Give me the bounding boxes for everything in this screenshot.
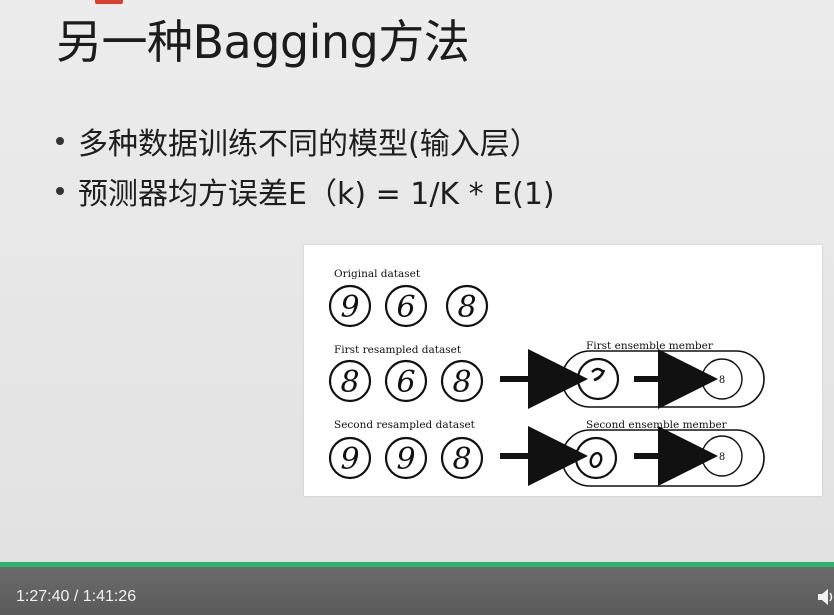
corner-accent-mark [95, 0, 123, 4]
svg-text:8: 8 [452, 442, 471, 477]
svg-text:6: 6 [396, 365, 415, 400]
volume-icon[interactable] [818, 587, 834, 607]
first-resampled-digit-3: 8 [440, 359, 484, 403]
bullet-dot [56, 137, 64, 145]
svg-text:8: 8 [719, 452, 725, 463]
bullet-dot [56, 187, 64, 195]
original-digit-2: 6 [384, 284, 428, 328]
first-member-output: 8 [701, 358, 743, 400]
time-readout: 1:27:40 / 1:41:26 [16, 588, 137, 605]
original-digit-1: 9 [328, 284, 372, 328]
second-member-output: 8 [701, 435, 743, 477]
original-dataset-label: Original dataset [334, 268, 421, 280]
original-digit-3: 8 [445, 284, 489, 328]
svg-text:9: 9 [396, 442, 415, 477]
svg-text:8: 8 [452, 365, 471, 400]
bullet-item: 预测器均方误差E（k) = 1/K * E(1) [52, 166, 555, 216]
bullet-text: 预测器均方误差E（k) = 1/K * E(1) [78, 177, 555, 212]
first-member-input [576, 357, 620, 401]
svg-text:9: 9 [340, 442, 359, 477]
second-member-input [574, 436, 618, 480]
slide-title: 另一种Bagging方法 [56, 15, 470, 69]
svg-text:8: 8 [340, 365, 359, 400]
bullet-list: 多种数据训练不同的模型(输入层） 预测器均方误差E（k) = 1/K * E(1… [52, 116, 555, 216]
bagging-figure: Original dataset 9 6 8 First resampled d… [304, 245, 822, 496]
first-resampled-digit-2: 6 [384, 359, 428, 403]
bullet-item: 多种数据训练不同的模型(输入层） [52, 116, 555, 166]
bagging-diagram: Original dataset 9 6 8 First resampled d… [328, 268, 765, 487]
svg-text:6: 6 [396, 290, 415, 325]
video-player-controls: 1:27:40 / 1:41:26 [0, 567, 834, 615]
second-resampled-digit-1: 9 [328, 436, 372, 480]
svg-text:8: 8 [719, 375, 725, 386]
second-resampled-digit-2: 9 [384, 436, 428, 480]
second-resampled-label: Second resampled dataset [334, 419, 476, 431]
svg-text:8: 8 [457, 290, 476, 325]
svg-text:9: 9 [340, 290, 359, 325]
bullet-text: 多种数据训练不同的模型(输入层） [78, 127, 540, 162]
first-resampled-digit-1: 8 [328, 359, 372, 403]
second-resampled-digit-3: 8 [440, 436, 484, 480]
first-resampled-label: First resampled dataset [334, 344, 462, 356]
